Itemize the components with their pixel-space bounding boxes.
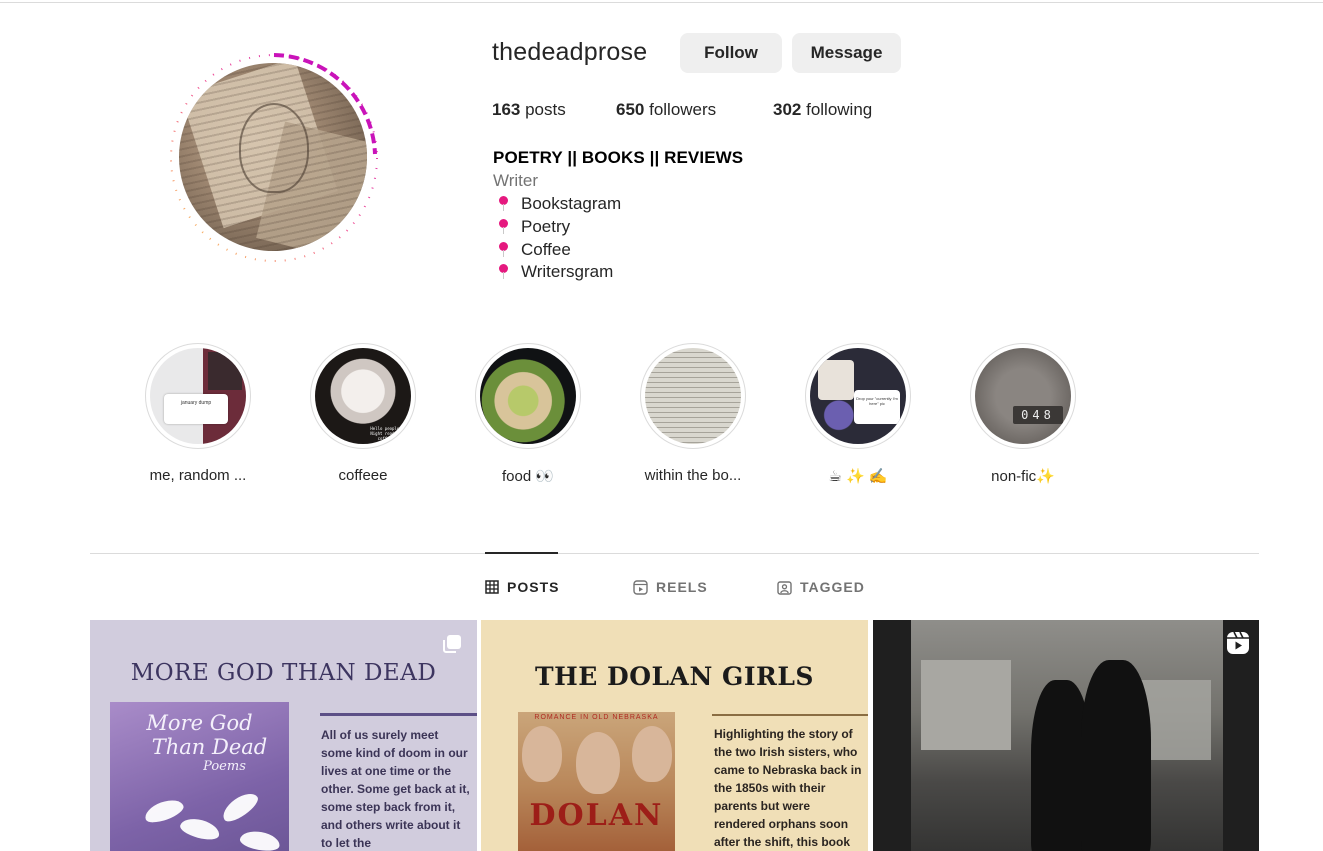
highlight-coffee-writing[interactable]: Drop your "currently I'm here" pic ☕ ✨ ✍… [788, 343, 928, 485]
highlight-ring: Drop your "currently I'm here" pic [805, 343, 911, 449]
flip-clock: 048 [1013, 406, 1063, 424]
post-tile[interactable]: THE DOLAN GIRLS ROMANCE IN OLD NEBRASKA … [481, 620, 868, 851]
post-divider [320, 713, 477, 716]
bio-title: POETRY || BOOKS || REVIEWS [493, 148, 744, 167]
bio-item: Bookstagram [497, 193, 621, 216]
followers-count-label: followers [644, 100, 717, 119]
highlight-coffeee[interactable]: Hello people! Night reading coffee! coff… [293, 343, 433, 484]
highlight-cover-text: Hello people! Night reading coffee! [370, 426, 402, 441]
tab-label: POSTS [507, 579, 560, 595]
bio-item-text: Bookstagram [521, 194, 622, 214]
bio-category: Writer [493, 171, 539, 190]
highlight-cover: january dump [150, 348, 246, 444]
post-title: THE DOLAN GIRLS [535, 662, 814, 691]
pushpin-icon [497, 241, 510, 259]
bio-item: Coffee [497, 238, 621, 261]
highlight-non-fic[interactable]: 048 non-fic✨ [953, 343, 1093, 485]
highlight-me-random[interactable]: january dump me, random ... [128, 343, 268, 484]
highlight-ring [640, 343, 746, 449]
highlight-cover-text: january dump [180, 400, 212, 406]
post-body-text: Highlighting the story of the two Irish … [714, 727, 862, 849]
bio-item-text: Writersgram [521, 262, 614, 282]
highlight-food[interactable]: food 👀 [458, 343, 598, 485]
pushpin-icon [497, 218, 510, 236]
book-cover: More God Than Dead Poems [110, 702, 289, 851]
tab-label: TAGGED [800, 579, 865, 595]
avatar [179, 63, 367, 251]
post-tile[interactable] [873, 620, 1259, 851]
post-divider [712, 714, 868, 716]
highlight-cover [645, 348, 741, 444]
posts-count: 163 posts [492, 100, 566, 120]
highlight-label: food 👀 [501, 468, 555, 485]
highlight-ring: january dump [145, 343, 251, 449]
highlight-ring: 048 [970, 343, 1076, 449]
bio-item: Poetry [497, 216, 621, 239]
highlight-cover: Hello people! Night reading coffee! [315, 348, 411, 444]
following-count-value: 302 [773, 100, 802, 119]
book-title-word: DOLAN [529, 798, 664, 833]
tab-reels[interactable]: REELS [633, 578, 708, 596]
tab-label: REELS [656, 579, 708, 595]
book-top-text: ROMANCE IN OLD NEBRASKA [534, 714, 659, 721]
bio-item: Writersgram [497, 261, 621, 284]
carousel-icon [443, 635, 461, 653]
bio-item-text: Poetry [521, 217, 571, 237]
posts-count-label: posts [520, 100, 566, 119]
highlight-cover: Drop your "currently I'm here" pic [810, 348, 906, 444]
post-title: MORE GOD THAN DEAD [130, 660, 437, 686]
bio-list: Bookstagram Poetry Coffee Writersgram [497, 193, 621, 284]
bio-item-text: Coffee [521, 239, 571, 259]
posts-count-value: 163 [492, 100, 521, 119]
highlight-cover [480, 348, 576, 444]
reels-icon [633, 579, 648, 595]
active-tab-indicator [485, 552, 558, 554]
highlight-ring [475, 343, 581, 449]
highlight-label: coffeee [338, 467, 388, 484]
highlight-ring: Hello people! Night reading coffee! [310, 343, 416, 449]
follow-button[interactable]: Follow [680, 33, 782, 73]
highlight-cover: 048 [975, 348, 1071, 444]
tabs-divider [90, 553, 1259, 554]
book-title-line: Than Dead [151, 735, 268, 759]
grid-icon [485, 580, 499, 594]
following-count-label: following [801, 100, 873, 119]
top-divider [0, 2, 1323, 3]
followers-count-value: 650 [616, 100, 645, 119]
pushpin-icon [497, 263, 510, 281]
message-button[interactable]: Message [792, 33, 901, 73]
followers-count[interactable]: 650 followers [616, 100, 716, 120]
pushpin-icon [497, 195, 510, 213]
following-count[interactable]: 302 following [773, 100, 872, 120]
highlight-cover-text: Drop your "currently I'm here" pic [856, 396, 898, 406]
tagged-icon [777, 580, 792, 595]
tab-tagged[interactable]: TAGGED [777, 578, 865, 596]
highlight-within-the-books[interactable]: within the bo... [623, 343, 763, 484]
tab-posts[interactable]: POSTS [485, 578, 559, 596]
post-tile[interactable]: MORE GOD THAN DEAD More God Than Dead Po… [90, 620, 477, 851]
book-cover: ROMANCE IN OLD NEBRASKA DOLAN [518, 712, 675, 851]
book-subtitle: Poems [203, 759, 246, 774]
profile-avatar-story[interactable] [166, 50, 382, 266]
post-body-text: All of us surely meet some kind of doom … [321, 728, 470, 850]
reel-icon [1227, 631, 1249, 654]
highlight-label: ☕ ✨ ✍️ [828, 468, 888, 485]
book-title-line: More God [146, 711, 253, 735]
highlight-label: within the bo... [644, 467, 742, 484]
reel-thumbnail [911, 620, 1223, 851]
highlight-label: non-fic✨ [991, 468, 1055, 485]
highlight-label: me, random ... [149, 467, 247, 484]
profile-username: thedeadprose [492, 38, 648, 66]
